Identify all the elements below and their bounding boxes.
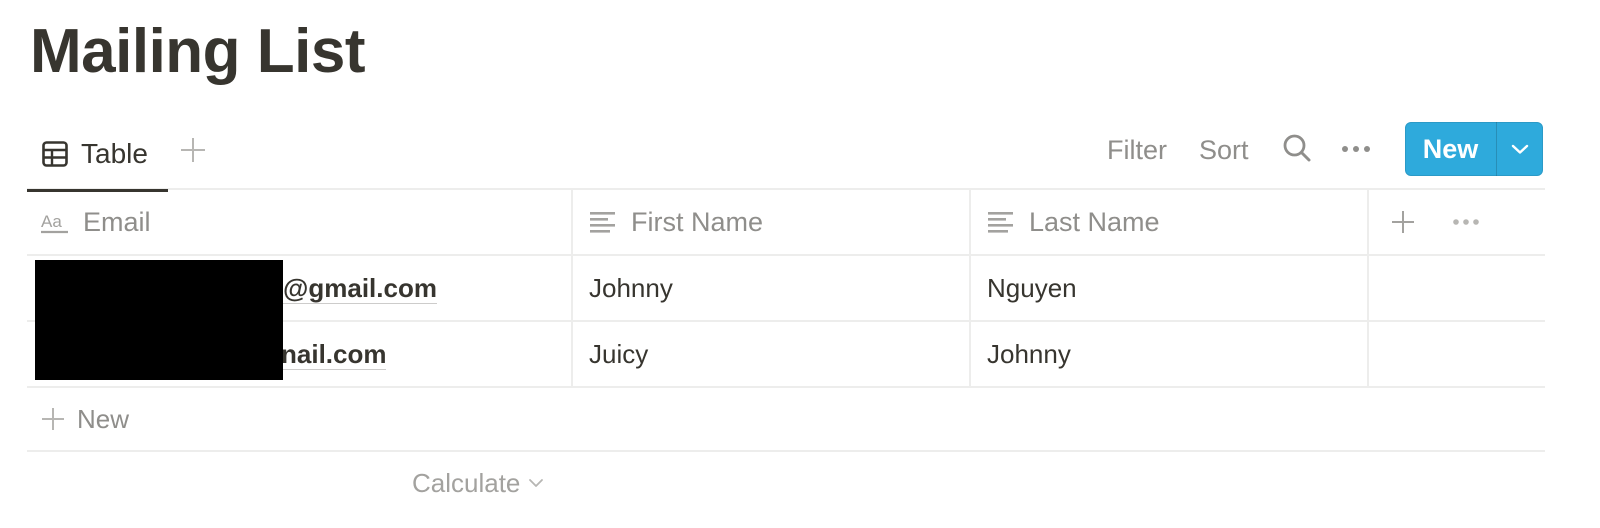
column-header-label: Email: [83, 206, 151, 237]
page-title: Mailing List: [30, 17, 366, 86]
more-options-button[interactable]: [1339, 133, 1373, 165]
page: Mailing List Table Filter Sort New Aa Em…: [0, 0, 1600, 528]
plus-icon: [1392, 211, 1414, 233]
new-dropdown-button[interactable]: [1497, 122, 1543, 176]
last-name-cell[interactable]: Johnny: [971, 322, 1369, 386]
tab-table[interactable]: Table: [27, 118, 168, 192]
plus-icon: [42, 408, 64, 430]
svg-text:Aa: Aa: [41, 212, 62, 231]
text-property-icon: [988, 212, 1013, 233]
text-property-icon: [590, 212, 615, 233]
chevron-down-icon: [529, 479, 544, 487]
more-horizontal-icon: [1453, 219, 1479, 225]
column-header-first-name[interactable]: First Name: [573, 190, 971, 254]
plus-icon: [181, 138, 205, 162]
table-icon: [42, 141, 68, 167]
search-button[interactable]: [1282, 133, 1314, 165]
redaction-block: [35, 260, 283, 380]
new-button[interactable]: New: [1405, 122, 1497, 176]
add-row-button[interactable]: New: [27, 388, 1545, 452]
add-row-label: New: [77, 403, 130, 434]
add-view-button[interactable]: [177, 134, 209, 166]
view-bar: Table Filter Sort New: [27, 118, 1545, 192]
title-property-icon: Aa: [41, 212, 68, 234]
search-icon: [1283, 134, 1311, 162]
filter-button[interactable]: Filter: [1107, 132, 1167, 168]
column-header-label: First Name: [631, 206, 764, 237]
empty-cell: [1369, 322, 1545, 386]
column-header-last-name[interactable]: Last Name: [971, 190, 1369, 254]
more-horizontal-icon: [1342, 146, 1370, 152]
chevron-down-icon: [1511, 144, 1529, 154]
first-name-cell[interactable]: Juicy: [573, 322, 971, 386]
empty-cell: [1369, 256, 1545, 320]
email-link[interactable]: nail.com: [281, 339, 387, 370]
first-name-cell[interactable]: Johnny: [573, 256, 971, 320]
tab-label: Table: [81, 138, 148, 169]
last-name-cell[interactable]: Nguyen: [971, 256, 1369, 320]
calculate-label: Calculate: [412, 467, 521, 498]
column-options-button[interactable]: [1449, 207, 1483, 237]
sort-button[interactable]: Sort: [1199, 132, 1249, 168]
new-button-group: New: [1405, 122, 1543, 176]
column-header-label: Last Name: [1029, 206, 1160, 237]
email-link[interactable]: @gmail.com: [283, 273, 437, 304]
table-header: Aa Email First Name Last Name: [27, 190, 1545, 256]
calculate-button[interactable]: Calculate: [412, 466, 544, 500]
add-column-button[interactable]: [1388, 207, 1418, 237]
column-header-email[interactable]: Aa Email: [27, 190, 573, 254]
